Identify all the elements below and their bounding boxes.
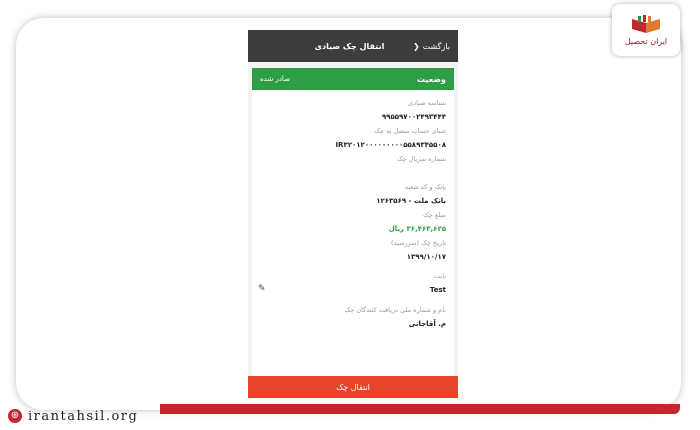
brand-logo-text: ایران تحصیل: [624, 36, 668, 46]
globe-icon: ⊕: [8, 409, 22, 423]
field-due-date: تاریخ چک (سررسید) ۱۳۹۹/۱۰/۱۷: [260, 230, 446, 261]
field-label: تاریخ چک (سررسید): [391, 239, 446, 247]
field-reason: بابت Test ✎: [258, 258, 446, 294]
transfer-cheque-button[interactable]: انتقال چک: [248, 376, 458, 398]
app-topbar: بازگشت ❮ انتقال چک صیادی: [248, 30, 458, 62]
field-value: Test: [429, 286, 446, 294]
page-title: انتقال چک صیادی: [314, 41, 385, 51]
field-value-row: Test ✎: [258, 284, 446, 294]
status-value: صادر شده: [260, 75, 291, 83]
site-watermark: ⊕ irantahsil.org: [8, 406, 138, 426]
field-label: شبای حساب متصل به چک: [374, 127, 446, 135]
field-label: نام و شماره ملی دریافت کنندگان چک: [344, 306, 446, 314]
brand-logo: ایران تحصیل: [612, 4, 680, 56]
field-bank-branch: بانک و کد شعبه بانک ملت - ۱۲۶۳۵۶۹: [260, 174, 446, 205]
field-label: بانک و کد شعبه: [404, 183, 446, 191]
decorative-red-bar: [160, 404, 680, 414]
field-serial: شماره سریال چک: [260, 146, 446, 174]
book-logo-icon: [632, 14, 660, 33]
site-url: irantahsil.org: [28, 408, 139, 424]
field-value: م. آقاجانی: [408, 320, 446, 328]
chevron-left-icon: ❮: [412, 41, 420, 51]
field-label: شماره سریال چک: [396, 155, 446, 163]
phone-screen: بازگشت ❮ انتقال چک صیادی وضعیت صادر شده …: [248, 30, 458, 398]
field-label: بابت: [434, 272, 446, 280]
field-sheba: شبای حساب متصل به چک IR۳۲۰۱۲۰۰۰۰۰۰۰۰۰۵۵۸…: [260, 118, 446, 149]
field-recipients: نام و شماره ملی دریافت کنندگان چک م. آقا…: [260, 294, 446, 328]
field-label: شناسه صیادی: [408, 99, 446, 107]
back-button[interactable]: بازگشت ❮: [413, 42, 450, 51]
back-label: بازگشت: [422, 41, 450, 51]
cheque-details: شناسه صیادی ۹۹۵۵۹۷۰۰۲۴۹۳۴۴۴ شبای حساب مت…: [252, 90, 454, 380]
field-label: مبلغ چک: [423, 211, 446, 219]
field-amount: مبلغ چک ۳۶,۴۶۳,۶۲۵ ریال: [260, 202, 446, 233]
status-label: وضعیت: [417, 74, 446, 84]
edit-pencil-icon[interactable]: ✎: [258, 284, 266, 294]
field-sayad-id: شناسه صیادی ۹۹۵۵۹۷۰۰۲۴۹۳۴۴۴: [260, 90, 446, 121]
status-bar: وضعیت صادر شده: [252, 68, 454, 90]
